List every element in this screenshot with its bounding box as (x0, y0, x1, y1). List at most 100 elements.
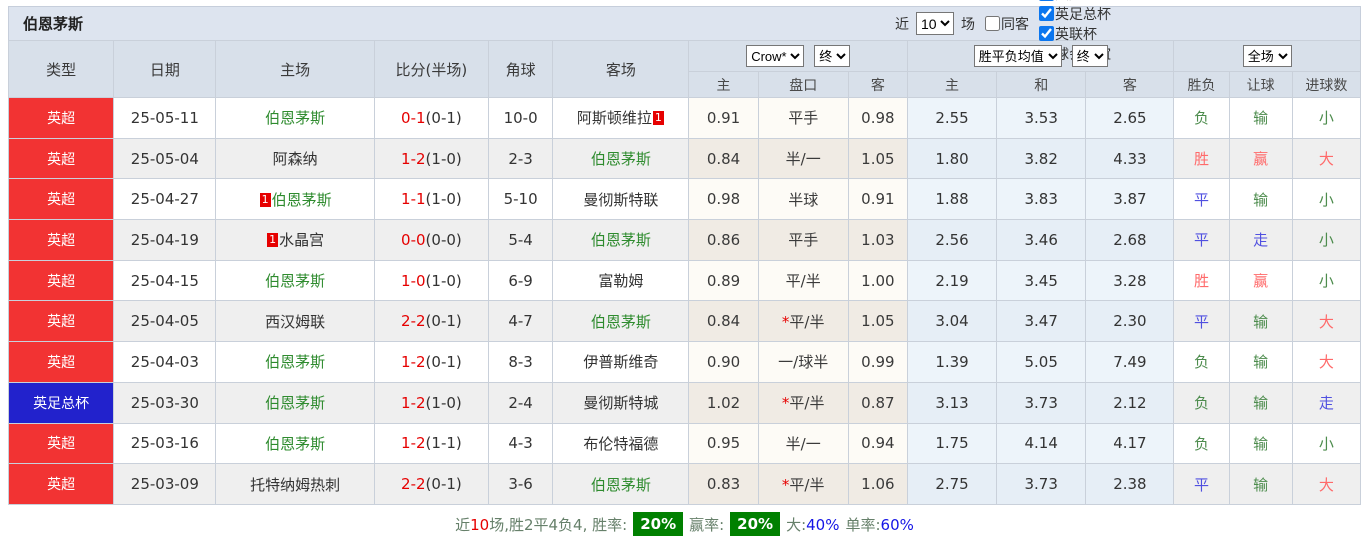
away-team-cell: 布伦特福德 (552, 422, 690, 465)
avg-time-select[interactable]: 终 (1071, 45, 1108, 67)
home-team-cell: 伯恩茅斯 (215, 97, 375, 139)
score-cell: 1-0(1-0) (373, 259, 490, 302)
col-header-date: 日期 (113, 40, 217, 98)
score-cell: 1-1(1-0) (373, 178, 490, 221)
fulltime-score: 1-2 (401, 149, 426, 168)
result-cell: 胜 (1173, 259, 1230, 302)
away-team-cell: 伯恩茅斯 (552, 219, 690, 261)
goals-result-cell: 小 (1291, 422, 1362, 465)
team-name: 曼彻斯特城 (583, 394, 659, 413)
handicap-result-cell: 输 (1228, 381, 1293, 424)
sub-header-avg-away: 客 (1085, 71, 1175, 98)
home-team-cell: 伯恩茅斯 (215, 259, 375, 302)
games-label: 场 (961, 16, 975, 33)
halftime-score: (0-0) (425, 230, 462, 249)
handicap-line-cell: *平/半 (757, 381, 849, 424)
odd-label: 单率:60% (845, 515, 914, 534)
fulltime-score: 1-0 (401, 271, 426, 290)
avg-home-cell: 1.88 (906, 178, 998, 221)
goals-result-cell: 大 (1291, 300, 1362, 343)
corner-cell: 5-10 (488, 178, 554, 221)
same-opponent-checkbox[interactable] (985, 16, 1000, 31)
same-opponent-filter[interactable]: 同客 (979, 14, 1029, 34)
goals-result-cell: 小 (1291, 178, 1362, 221)
col-header-home: 主场 (215, 40, 375, 98)
team-title: 伯恩茅斯 (23, 15, 84, 33)
goals-result-cell: 大 (1291, 463, 1362, 505)
sub-header-odds-away: 客 (847, 71, 908, 98)
competition-checkbox-1[interactable] (1039, 6, 1054, 21)
corner-cell: 10-0 (488, 97, 554, 139)
home-team-cell: 托特纳姆热刺 (215, 463, 375, 505)
date-cell: 25-05-04 (113, 137, 217, 180)
home-team-cell: 1 伯恩茅斯 (215, 178, 375, 221)
team-name: 西汉姆联 (265, 312, 326, 331)
result-cell: 胜 (1173, 137, 1230, 180)
league-cell: 英超 (7, 341, 115, 383)
col-header-corner: 角球 (488, 40, 554, 98)
team-name: 伯恩茅斯 (265, 353, 326, 372)
odds-home-cell: 0.95 (688, 422, 759, 465)
home-team-cell: 阿森纳 (215, 137, 375, 180)
competition-label: 英联杯 (1055, 26, 1097, 43)
result-cell: 平 (1173, 178, 1230, 221)
handicap-result-cell: 输 (1228, 97, 1293, 139)
avg-draw-cell: 3.45 (996, 259, 1087, 302)
away-team-cell: 伊普斯维奇 (552, 341, 690, 383)
date-cell: 25-04-05 (113, 300, 217, 343)
odds-away-cell: 0.94 (847, 422, 908, 465)
odds-company-select[interactable]: Crow* (746, 45, 805, 67)
away-team-cell: 阿斯顿维拉 1 (552, 97, 690, 139)
league-cell: 英超 (7, 178, 115, 221)
odds-away-cell: 1.05 (847, 300, 908, 343)
fulltime-score: 0-1 (401, 108, 426, 127)
home-team-cell: 伯恩茅斯 (215, 381, 375, 424)
avg-draw-cell: 3.73 (996, 463, 1087, 505)
home-team-cell: 1 水晶宫 (215, 219, 375, 261)
red-card-badge: 1 (652, 111, 664, 126)
result-scope-select[interactable]: 全场 (1242, 45, 1292, 67)
score-cell: 1-2(1-0) (373, 137, 490, 180)
avg-type-select[interactable]: 胜平负均值 (973, 45, 1062, 67)
summary-footer: 近10场,胜2平4负4, 胜率: 20% 赢率: 20% 大:40% 单率:60… (8, 505, 1361, 544)
recent-count-select[interactable]: 10 (916, 12, 954, 35)
odds-home-cell: 0.84 (688, 300, 759, 343)
match-row: 英超 25-04-27 1 伯恩茅斯 1-1(1-0) 5-10 曼彻斯特联 0.98 半球 0.… (7, 178, 1362, 221)
halftime-score: (0-1) (425, 108, 462, 127)
competition-checkbox-0[interactable] (1039, 0, 1054, 1)
team-name: 阿斯顿维拉 (576, 109, 652, 128)
match-row: 英超 25-05-04 阿森纳 1-2(1-0) 2-3 伯恩茅斯 0.84 半/一 1.05 1… (7, 137, 1362, 180)
col-header-type: 类型 (7, 40, 115, 98)
handicap-line-cell: 半球 (757, 178, 849, 221)
halftime-score: (1-1) (425, 434, 462, 453)
team-name: 托特纳姆热刺 (250, 475, 341, 494)
avg-away-cell: 2.30 (1085, 300, 1175, 343)
avg-away-cell: 2.38 (1085, 463, 1175, 505)
fulltime-score: 1-2 (401, 434, 426, 453)
competition-filter-2[interactable]: 英联杯 (1033, 24, 1111, 44)
avg-home-cell: 1.80 (906, 137, 998, 180)
away-team-cell: 曼彻斯特城 (552, 381, 690, 424)
team-name: 水晶宫 (279, 231, 325, 250)
competition-checkbox-2[interactable] (1039, 26, 1054, 41)
odds-time-select[interactable]: 终 (814, 45, 851, 67)
result-cell: 平 (1173, 463, 1230, 505)
match-row: 英超 25-04-19 1 水晶宫 0-0(0-0) 5-4 伯恩茅斯 0.86 平手 1.03 2… (7, 219, 1362, 261)
result-group-header: 全场 (1173, 40, 1361, 72)
home-team-cell: 伯恩茅斯 (215, 341, 375, 383)
away-team-cell: 伯恩茅斯 (552, 300, 690, 343)
handicap-change-star: * (781, 394, 790, 413)
handicap-line-cell: 一/球半 (757, 341, 849, 383)
team-name: 伯恩茅斯 (265, 394, 326, 413)
score-cell: 2-2(0-1) (373, 463, 490, 505)
sub-header-avg-home: 主 (906, 71, 998, 98)
team-name: 伯恩茅斯 (590, 150, 651, 169)
away-team-cell: 伯恩茅斯 (552, 137, 690, 180)
date-cell: 25-04-19 (113, 219, 217, 261)
competition-filter-1[interactable]: 英足总杯 (1033, 4, 1111, 24)
match-row: 英足总杯 25-03-30 伯恩茅斯 1-2(1-0) 2-4 曼彻斯特城 1.02 *平/半… (7, 381, 1362, 424)
result-cell: 负 (1173, 341, 1230, 383)
corner-cell: 8-3 (488, 341, 554, 383)
odd-rate-value: 60% (880, 515, 914, 534)
odds-away-cell: 0.91 (847, 178, 908, 221)
